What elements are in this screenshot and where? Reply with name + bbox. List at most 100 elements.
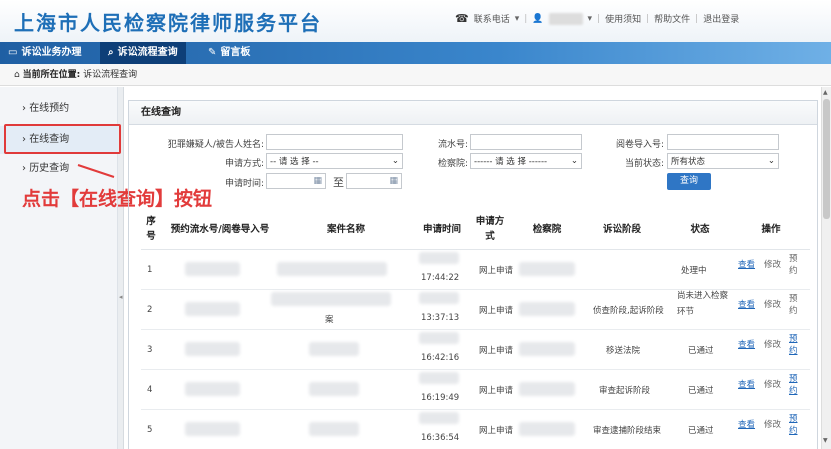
- table-header: 序号 预约流水号/阅卷导入号 案件名称 申请时间 申请方式 检察院 诉讼阶段 状…: [141, 208, 810, 250]
- row-time: 16:36:54: [421, 433, 460, 443]
- edit-link[interactable]: 修改: [764, 284, 781, 324]
- link-help[interactable]: 帮助文件: [654, 12, 690, 25]
- col-stage: 诉讼阶段: [602, 223, 641, 235]
- calendar-icon[interactable]: ▦: [389, 176, 398, 186]
- sidebar-item-label: 在线预约: [29, 103, 70, 114]
- case-redacted: [277, 262, 387, 276]
- serial-redacted: [185, 302, 240, 316]
- row-status: 已通过: [688, 346, 714, 356]
- serial-label: 流水号:: [437, 140, 468, 150]
- suspect-label: 犯罪嫌疑人/被告人姓名:: [167, 140, 264, 150]
- row-index: 3: [147, 345, 153, 355]
- nav-label: 诉讼流程查询: [117, 47, 178, 58]
- book-link[interactable]: 预约: [789, 404, 801, 444]
- serial-input[interactable]: [470, 134, 582, 150]
- scroll-down-icon[interactable]: ▼: [823, 437, 828, 444]
- procuratorate-redacted: [519, 382, 575, 396]
- query-button[interactable]: 查询: [667, 173, 711, 190]
- table-row: 5 16:36:54 网上申请 审查逮捕阶段结束 已通过 查看 修改 预约: [141, 410, 810, 449]
- monitor-icon: ▭: [8, 47, 18, 58]
- top-links: ☎ 联系电话 ▾ | 👤 ▾ | 使用须知 | 帮助文件 | 退出登录: [455, 12, 739, 25]
- chevron-down-icon: ⌄: [391, 156, 399, 166]
- nav-item-business[interactable]: ▭ 诉讼业务办理: [0, 42, 89, 64]
- edit-link[interactable]: 修改: [764, 364, 781, 404]
- row-stage: 侦查阶段,起诉阶段: [593, 306, 664, 316]
- scroll-up-icon[interactable]: ▲: [823, 89, 828, 96]
- breadcrumb-prefix: 当前所在位置:: [22, 70, 81, 80]
- book-link[interactable]: 预约: [789, 284, 801, 324]
- row-index: 1: [147, 265, 153, 275]
- view-link[interactable]: 查看: [738, 324, 755, 364]
- time-label: 申请时间:: [224, 179, 264, 189]
- case-redacted: [309, 382, 359, 396]
- book-link[interactable]: 预约: [789, 364, 801, 404]
- col-apply-method: 申请方式: [475, 216, 505, 242]
- edit-link[interactable]: 修改: [764, 244, 781, 284]
- pen-icon: ✎: [208, 47, 217, 58]
- breadcrumb: ⌂ 当前所在位置: 诉讼流程查询: [0, 64, 831, 86]
- status-select[interactable]: 所有状态 ⌄: [667, 153, 779, 169]
- col-procuratorate: 检察院: [532, 223, 562, 235]
- serial-redacted: [185, 342, 240, 356]
- row-index: 5: [147, 425, 153, 435]
- main-nav: ▭ 诉讼业务办理 ⌕ 诉讼流程查询 ✎ 留言板: [0, 42, 831, 64]
- col-index: 序号: [146, 216, 156, 242]
- to-label: 至: [333, 176, 344, 189]
- table-row: 3 16:42:16 网上申请 移送法院 已通过 查看 修改 预约: [141, 330, 810, 370]
- chevron-down-icon: ⌄: [570, 156, 578, 166]
- col-apply-time: 申请时间: [422, 223, 461, 235]
- nav-item-process-query[interactable]: ⌕ 诉讼流程查询: [100, 42, 186, 64]
- book-link[interactable]: 预约: [789, 324, 801, 364]
- chevron-down-icon[interactable]: ▾: [515, 14, 520, 24]
- collapse-icon[interactable]: ◂: [119, 293, 123, 301]
- view-link[interactable]: 查看: [738, 284, 755, 324]
- row-stage: 审查起诉阶段: [599, 386, 651, 396]
- method-select-value: -- 请 选 择 --: [270, 157, 319, 167]
- nav-item-message-board[interactable]: ✎ 留言板: [200, 42, 258, 64]
- end-date-input[interactable]: ▦: [346, 173, 402, 189]
- link-instructions[interactable]: 使用须知: [605, 12, 641, 25]
- vertical-scrollbar[interactable]: ▲ ▼: [821, 87, 831, 449]
- header-bar: 上海市人民检察院律师服务平台 ☎ 联系电话 ▾ | 👤 ▾ | 使用须知 | 帮…: [0, 0, 831, 42]
- row-method: 网上申请: [479, 386, 514, 396]
- row-stage: 移送法院: [606, 346, 641, 356]
- edit-link[interactable]: 修改: [764, 404, 781, 444]
- method-select[interactable]: -- 请 选 择 -- ⌄: [266, 153, 403, 169]
- procuratorate-select-value: ------ 请 选 择 ------: [474, 157, 548, 167]
- status-select-value: 所有状态: [671, 157, 706, 167]
- view-link[interactable]: 查看: [738, 244, 755, 284]
- row-index: 4: [147, 385, 153, 395]
- scrollbar-thumb[interactable]: [823, 99, 830, 219]
- view-link[interactable]: 查看: [738, 364, 755, 404]
- nav-label: 留言板: [220, 47, 251, 58]
- serial-redacted: [185, 422, 240, 436]
- chevron-right-icon: ›: [22, 103, 26, 114]
- row-status: 已通过: [688, 386, 714, 396]
- user-icon: 👤: [532, 13, 544, 24]
- row-method: 网上申请: [479, 346, 514, 356]
- method-label: 申请方式:: [224, 159, 264, 169]
- chevron-down-icon[interactable]: ▾: [588, 14, 593, 24]
- link-logout[interactable]: 退出登录: [703, 12, 739, 25]
- nav-label: 诉讼业务办理: [21, 47, 82, 58]
- breadcrumb-path: 诉讼流程查询: [83, 70, 138, 80]
- table-row: 2 案 13:37:13 网上申请 侦查阶段,起诉阶段 尚未进入检察环节 查看 …: [141, 290, 810, 330]
- phone-label[interactable]: 联系电话: [474, 12, 510, 25]
- row-method: 网上申请: [479, 306, 514, 316]
- annotation-arrow-icon: [77, 164, 115, 178]
- procuratorate-select[interactable]: ------ 请 选 择 ------ ⌄: [470, 153, 582, 169]
- row-method: 网上申请: [479, 266, 514, 276]
- row-stage: 审查逮捕阶段结束: [593, 426, 662, 436]
- start-date-input[interactable]: ▦: [266, 173, 326, 189]
- panel-title: 在线查询: [129, 101, 817, 125]
- sidebar-item-online-booking[interactable]: › 在线预约: [0, 95, 118, 123]
- chevron-right-icon: ›: [22, 163, 26, 174]
- file-input[interactable]: [667, 134, 779, 150]
- book-link[interactable]: 预约: [789, 244, 801, 284]
- procuratorate-redacted: [519, 262, 575, 276]
- calendar-icon[interactable]: ▦: [313, 176, 322, 186]
- edit-link[interactable]: 修改: [764, 324, 781, 364]
- row-method: 网上申请: [479, 426, 514, 436]
- suspect-name-input[interactable]: [266, 134, 403, 150]
- view-link[interactable]: 查看: [738, 404, 755, 444]
